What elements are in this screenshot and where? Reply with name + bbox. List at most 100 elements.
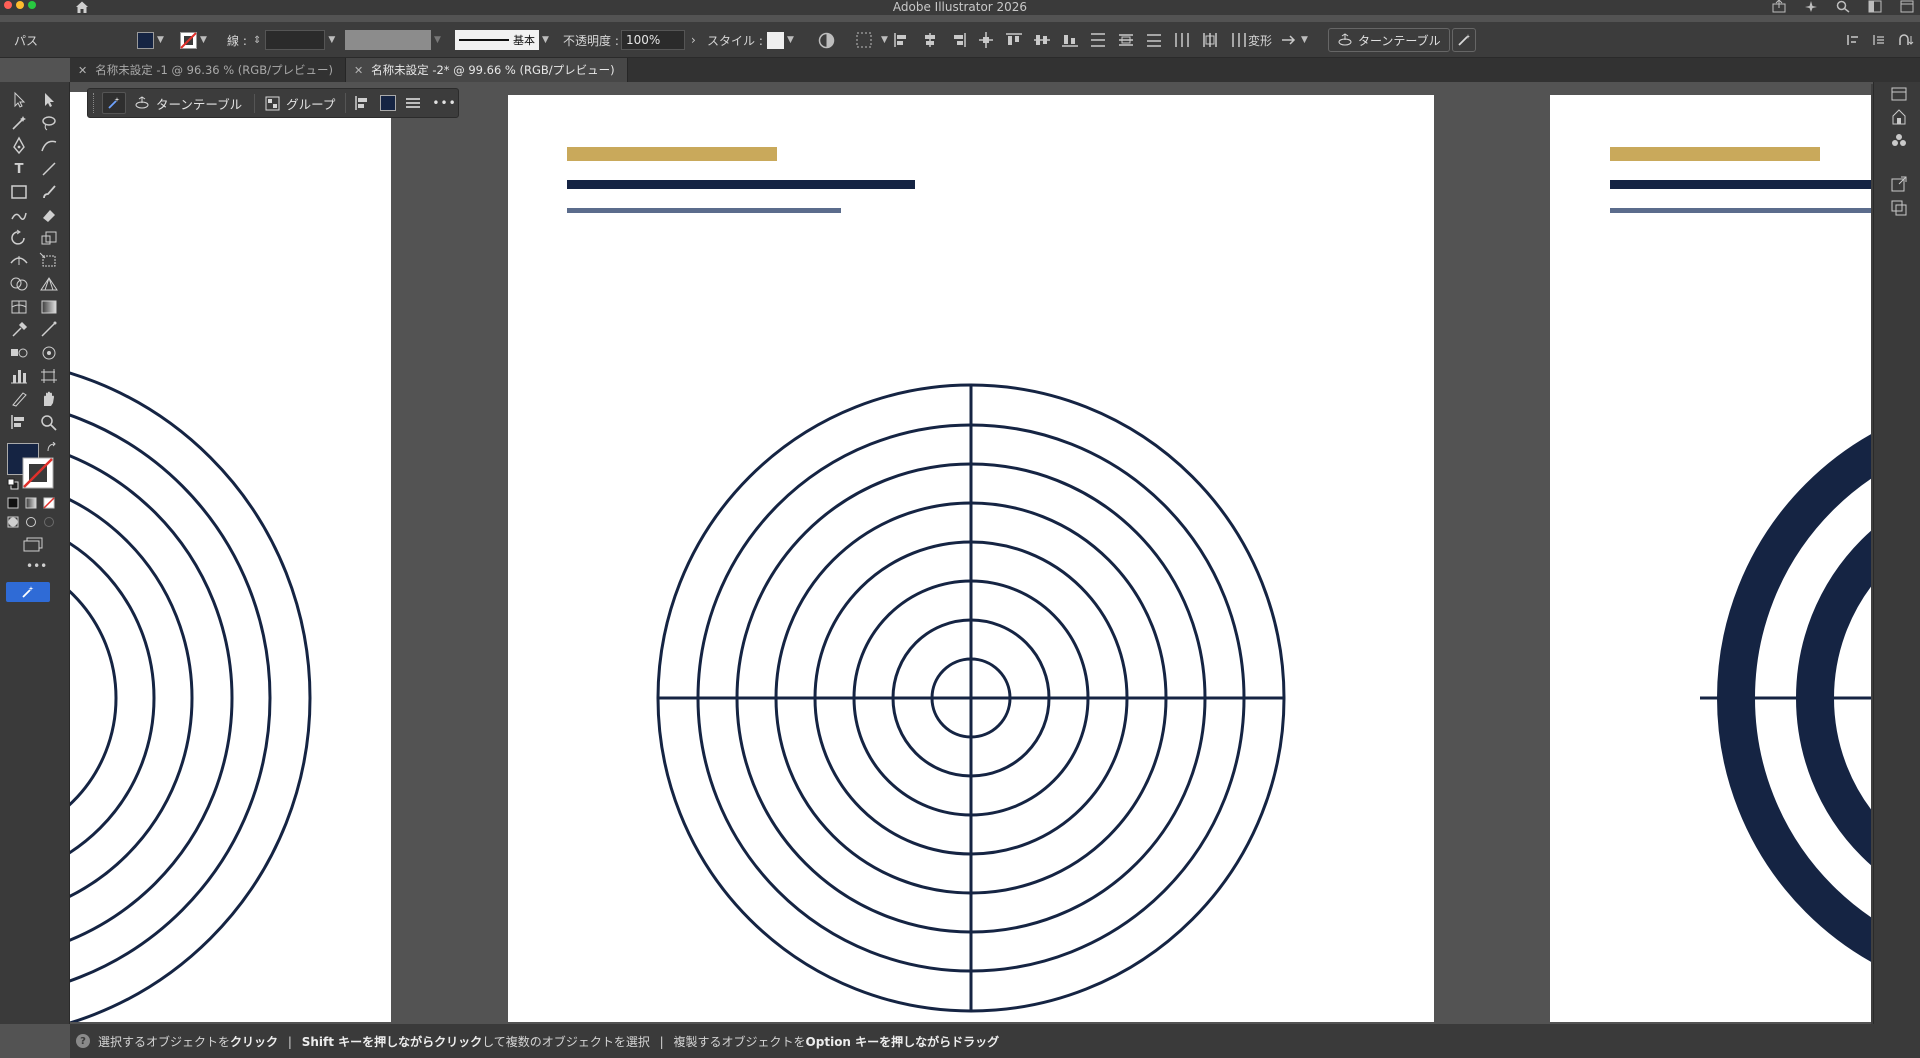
symbols-panel-icon[interactable]: [1890, 132, 1908, 150]
stroke-none-swatch-icon[interactable]: [180, 31, 197, 49]
chevron-down-icon[interactable]: ▼: [1301, 35, 1308, 45]
turntable-button[interactable]: ターンテーブル: [1328, 28, 1450, 52]
ctx-fill-swatch[interactable]: [380, 95, 397, 111]
distribute-right-icon[interactable]: [1228, 31, 1248, 49]
libraries-panel-icon[interactable]: [1890, 108, 1908, 126]
transform-label[interactable]: 変形: [1248, 22, 1272, 58]
draw-inside-icon[interactable]: [43, 516, 55, 528]
style-control[interactable]: ▼: [767, 22, 794, 58]
brush-box[interactable]: 基本: [455, 30, 539, 50]
distribute-icon[interactable]: [976, 31, 996, 49]
workspace-icon[interactable]: [1868, 0, 1882, 13]
stroke-weight-stepper[interactable]: ⇕ ▼: [253, 22, 335, 58]
draw-behind-icon[interactable]: [25, 516, 37, 528]
hamburger-menu-icon[interactable]: [404, 95, 422, 111]
pen-tool-icon[interactable]: [8, 136, 30, 156]
sparkle-icon[interactable]: [1804, 0, 1818, 13]
transform-options[interactable]: ▼: [1280, 22, 1308, 58]
stroke-control[interactable]: ▼: [180, 22, 207, 58]
generative-action-button[interactable]: [102, 92, 126, 114]
close-icon[interactable]: ✕: [354, 64, 363, 77]
curvature-tool-icon[interactable]: [38, 136, 60, 156]
artboard-right[interactable]: [1550, 95, 1871, 1022]
search-icon[interactable]: [1836, 0, 1850, 13]
transform-icon[interactable]: [1280, 32, 1298, 48]
help-icon[interactable]: ?: [76, 1034, 90, 1048]
free-transform-tool-icon[interactable]: [38, 251, 60, 271]
column-graph-tool-icon[interactable]: [8, 366, 30, 386]
stroke-weight-field[interactable]: [265, 30, 326, 50]
artboard-left[interactable]: [70, 92, 391, 1022]
align-top-icon[interactable]: [1004, 31, 1024, 49]
line-tool-icon[interactable]: [38, 159, 60, 179]
chevron-down-icon[interactable]: ▼: [157, 35, 164, 45]
chevron-down-icon[interactable]: ▼: [881, 35, 888, 45]
scale-tool-icon[interactable]: [38, 228, 60, 248]
align-tools-icon[interactable]: [8, 412, 30, 432]
close-icon[interactable]: ✕: [78, 64, 87, 77]
selection-tool-icon[interactable]: [8, 90, 30, 110]
export-panel-icon[interactable]: [1890, 175, 1908, 193]
distribute-top-icon[interactable]: [1088, 31, 1108, 49]
direct-selection-tool-icon[interactable]: [38, 90, 60, 110]
rectangle-tool-icon[interactable]: [8, 182, 30, 202]
fill-swatch[interactable]: [137, 31, 154, 49]
stroke-color-swatch-icon[interactable]: [22, 457, 54, 489]
hand-tool-icon[interactable]: [38, 389, 60, 409]
distribute-bottom-icon[interactable]: [1144, 31, 1164, 49]
ctx-group-button[interactable]: グループ: [255, 94, 345, 113]
draw-normal-icon[interactable]: [7, 516, 19, 528]
artboard-center[interactable]: [508, 95, 1434, 1022]
variable-width-profile[interactable]: ▼: [345, 22, 441, 58]
measure-tool-icon[interactable]: [38, 320, 60, 340]
gradient-mode-icon[interactable]: [25, 497, 37, 509]
pathfinder-icon[interactable]: [1898, 33, 1916, 47]
style-swatch[interactable]: [767, 31, 784, 49]
properties-panel-icon[interactable]: [1890, 86, 1908, 102]
chevron-down-icon[interactable]: ▼: [434, 35, 441, 45]
align-left-icon[interactable]: [892, 31, 912, 49]
shaper-tool-icon[interactable]: [8, 205, 30, 225]
share-icon[interactable]: [1772, 0, 1786, 13]
perspective-grid-tool-icon[interactable]: [38, 274, 60, 294]
align-bottom-icon[interactable]: [1060, 31, 1080, 49]
symbol-sprayer-tool-icon[interactable]: [38, 343, 60, 363]
chevron-down-icon[interactable]: ▼: [200, 35, 207, 45]
arrange-icon[interactable]: [1900, 0, 1914, 13]
drag-handle[interactable]: [93, 93, 96, 113]
chevron-right-icon[interactable]: ›: [691, 33, 696, 47]
zoom-tool-icon[interactable]: [38, 412, 60, 432]
opacity-control[interactable]: 100% ›: [621, 22, 696, 58]
tab-document-2[interactable]: ✕ 名称未設定 -2* @ 99.66 % (RGB/プレビュー): [345, 58, 628, 82]
artboards-panel-icon[interactable]: [1890, 199, 1908, 217]
brush-definition[interactable]: 基本 ▼: [455, 22, 549, 58]
default-fill-stroke-icon[interactable]: [7, 478, 19, 490]
stepper-icon[interactable]: ⇕: [253, 35, 261, 46]
rotate-tool-icon[interactable]: [8, 228, 30, 248]
none-mode-icon[interactable]: [43, 497, 55, 509]
type-tool-icon[interactable]: T: [8, 159, 30, 179]
more-options-icon[interactable]: •••: [432, 96, 456, 110]
distribute-vertical-center-icon[interactable]: [1116, 31, 1136, 49]
align-horizontal-center-icon[interactable]: [920, 31, 940, 49]
align-to-icon[interactable]: [856, 32, 878, 49]
mesh-tool-icon[interactable]: [8, 297, 30, 317]
artboard-tool-icon[interactable]: [38, 366, 60, 386]
align-to-control[interactable]: ▼: [856, 22, 888, 58]
opacity-field[interactable]: 100%: [621, 30, 685, 50]
eraser-tool-icon[interactable]: [38, 205, 60, 225]
quick-action-button[interactable]: [1452, 28, 1476, 52]
quick-action[interactable]: [1452, 22, 1476, 58]
width-tool-icon[interactable]: [8, 251, 30, 271]
recolor-icon[interactable]: [818, 32, 835, 49]
align-left-icon[interactable]: [354, 95, 372, 111]
paintbrush-tool-icon[interactable]: [38, 182, 60, 202]
more-tools-icon[interactable]: •••: [26, 559, 47, 573]
shape-builder-tool-icon[interactable]: [8, 274, 30, 294]
ctx-turntable-button[interactable]: ターンテーブル: [134, 93, 256, 113]
generative-tool-button[interactable]: [6, 582, 50, 602]
distribute-left-icon[interactable]: [1172, 31, 1192, 49]
eyedropper-tool-icon[interactable]: [8, 320, 30, 340]
chevron-down-icon[interactable]: ▼: [542, 35, 549, 45]
slice-tool-icon[interactable]: [8, 389, 30, 409]
